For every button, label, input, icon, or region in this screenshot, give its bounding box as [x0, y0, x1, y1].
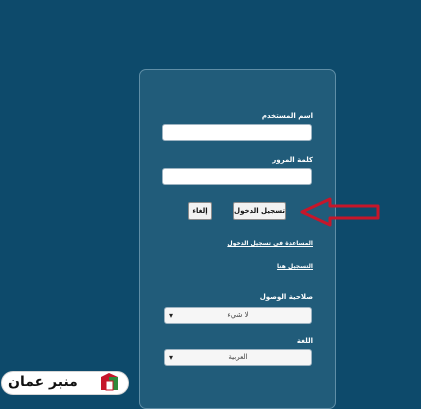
chevron-down-icon: ▾: [169, 311, 174, 320]
login-panel: اسم المستخدم كلمة المرور تسجيل الدخول إل…: [139, 69, 336, 409]
watermark-text: منبر عمان: [8, 374, 78, 390]
password-input[interactable]: [162, 168, 312, 185]
username-input[interactable]: [162, 124, 312, 141]
language-selected-value: العربية: [228, 353, 248, 361]
watermark-logo-icon: [101, 373, 118, 391]
login-help-link[interactable]: المساعدة في تسجيل الدخول: [227, 240, 313, 247]
access-selected-value: لا شيء: [227, 311, 249, 319]
chevron-down-icon: ▾: [169, 353, 174, 362]
login-button[interactable]: تسجيل الدخول: [233, 202, 286, 220]
pointer-arrow-icon: [300, 197, 380, 227]
language-select[interactable]: العربية ▾: [164, 349, 312, 366]
language-label: اللغة: [296, 337, 313, 345]
access-label: صلاحية الوصول: [259, 293, 313, 301]
access-select[interactable]: لا شيء ▾: [164, 307, 312, 324]
cancel-button[interactable]: إلغاء: [188, 202, 212, 220]
password-label: كلمة المرور: [272, 156, 313, 164]
username-label: اسم المستخدم: [261, 112, 313, 120]
register-link[interactable]: التسجيل هنا: [277, 263, 313, 270]
watermark-badge: منبر عمان: [2, 372, 128, 394]
